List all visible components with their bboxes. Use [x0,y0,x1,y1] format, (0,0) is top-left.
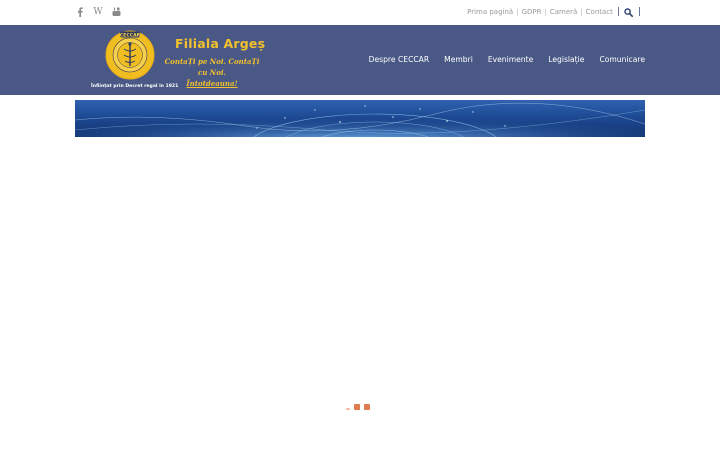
top-link-camera[interactable]: Cameră [550,8,577,16]
wikipedia-icon[interactable]: W [92,7,104,17]
hero-banner [75,100,645,137]
loader-dot [364,404,370,410]
separator: | [516,8,519,16]
wikipedia-glyph: W [93,7,103,17]
hero-banner-graphic [75,100,645,137]
ceccar-seal: CECCAR [105,29,155,81]
social-links: W [75,7,121,17]
loading-indicator [346,404,370,410]
slogan-line-1: ContaȚi pe Noi. ContaȚi cu Noi. [164,57,260,77]
separator: | [616,7,620,17]
top-link-contact[interactable]: Contact [586,8,613,16]
nav-comunicare[interactable]: Comunicare [599,55,645,64]
separator: | [544,8,547,16]
nav-evenimente[interactable]: Evenimente [488,55,533,64]
top-utility-bar: W Prima pagină | GDPR | Cameră | Contact… [0,0,720,25]
nav-despre-ceccar[interactable]: Despre CECCAR [369,55,430,64]
top-links: Prima pagină | GDPR | Cameră | Contact |… [467,7,645,17]
top-link-gdpr[interactable]: GDPR [522,8,542,16]
site-header: CECCAR Înființat prin Decret regal în 19… [0,25,720,95]
separator: | [580,8,583,16]
loader-dot [354,404,360,410]
separator: | [637,7,641,17]
svg-text:CECCAR: CECCAR [120,32,141,38]
branch-name: Filiala Argeș [175,36,266,51]
facebook-icon[interactable] [75,7,84,17]
nav-legislatie[interactable]: Legislație [548,55,584,64]
search-icon[interactable] [624,7,634,17]
site-logo[interactable]: CECCAR Înființat prin Decret regal în 19… [90,27,265,93]
brand-slogan: ContaȚi pe Noi. ContaȚi cu Noi. Întotdea… [162,56,262,89]
main-nav: Despre CECCAR Membri Evenimente Legislaț… [369,55,645,64]
loader-dot [346,408,350,410]
nav-membri[interactable]: Membri [444,55,473,64]
youtube-icon[interactable] [112,7,121,17]
top-link-home[interactable]: Prima pagină [467,8,513,16]
slogan-line-2: Întotdeauna! [186,79,238,88]
